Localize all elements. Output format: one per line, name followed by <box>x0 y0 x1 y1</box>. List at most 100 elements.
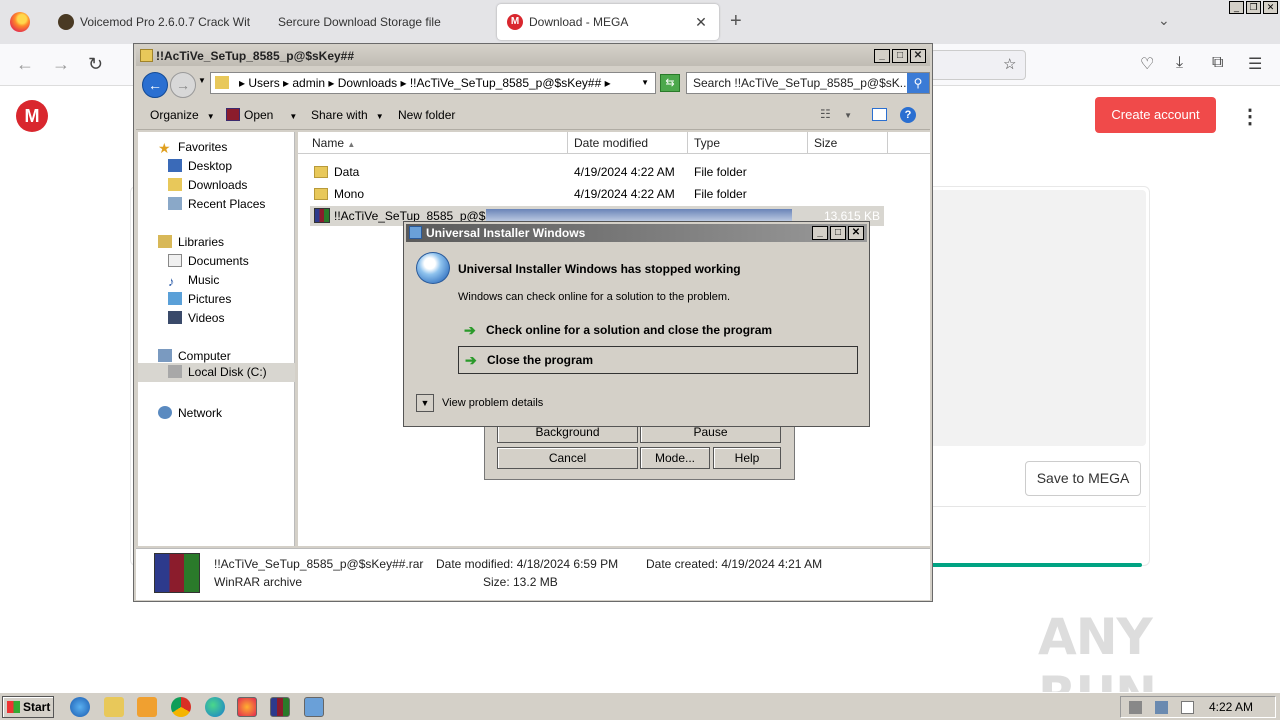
crash-subtext: Windows can check online for a solution … <box>458 291 731 303</box>
chevron-down-icon[interactable]: ▼ <box>641 73 649 93</box>
check-online-button[interactable]: ➔ Check online for a solution and close … <box>458 317 858 345</box>
view-options-icon[interactable]: ☷ ▼ <box>820 107 852 121</box>
start-button[interactable]: Start <box>2 696 54 718</box>
column-name[interactable]: Name ▲ <box>298 132 568 154</box>
explorer-title-bar[interactable]: !!AcTiVe_SeTup_8585_p@$sKey## _ □ ✕ <box>136 46 930 66</box>
view-details-chevron-icon[interactable]: ▼ <box>416 394 434 412</box>
cancel-button[interactable]: Cancel <box>497 447 638 469</box>
minimize-icon[interactable]: _ <box>1229 1 1244 14</box>
search-placeholder: Search !!AcTiVe_SeTup_8585_p@$sK... <box>693 76 910 90</box>
extensions-icon[interactable]: ⧉ <box>1212 54 1223 72</box>
mode-button[interactable]: Mode... <box>640 447 710 469</box>
music-icon: ♪ <box>168 274 175 289</box>
tab-list-chevron-icon[interactable]: ⌄ <box>1158 12 1170 29</box>
chrome-icon[interactable] <box>171 697 191 717</box>
taskbar: Start 4:22 AM <box>0 692 1280 720</box>
nav-libraries[interactable]: Libraries <box>158 235 224 249</box>
nav-recent-places[interactable]: Recent Places <box>168 197 265 211</box>
green-arrow-icon: ➔ <box>465 352 477 368</box>
installer-taskbar-icon[interactable] <box>304 697 324 717</box>
download-progress-bar <box>930 563 1142 567</box>
refresh-icon[interactable]: ⇆ <box>660 74 680 92</box>
downloads-icon[interactable]: ⤓ <box>1176 54 1183 72</box>
view-problem-details[interactable]: View problem details <box>442 397 543 409</box>
forward-arrow-icon[interactable]: → <box>170 72 196 98</box>
videos-icon <box>168 311 182 324</box>
windows-flag-icon <box>7 701 20 713</box>
search-input[interactable]: Search !!AcTiVe_SeTup_8585_p@$sK... ⚲ <box>686 72 930 94</box>
nav-desktop[interactable]: Desktop <box>168 159 232 173</box>
browser-tab-bar: Voicemod Pro 2.6.0.7 Crack With L Sercur… <box>0 0 1280 44</box>
media-player-icon[interactable] <box>137 697 157 717</box>
nav-pictures[interactable]: Pictures <box>168 292 231 306</box>
new-tab-button[interactable]: + <box>730 10 742 33</box>
nav-videos[interactable]: Videos <box>168 311 224 325</box>
details-size: Size: 13.2 MB <box>483 575 558 589</box>
volume-icon[interactable] <box>1129 701 1142 714</box>
tab-sercure-download[interactable]: Sercure Download Storage file <box>268 4 490 40</box>
restore-icon[interactable]: ❐ <box>1246 1 1261 14</box>
nav-downloads[interactable]: Downloads <box>168 178 247 192</box>
file-preview-area <box>930 190 1146 446</box>
preview-pane-icon[interactable] <box>872 108 887 121</box>
nav-music[interactable]: ♪ Music <box>168 273 219 289</box>
help-button[interactable]: Help <box>713 447 781 469</box>
breadcrumb[interactable]: ▸ Users ▸ admin ▸ Downloads ▸ !!AcTiVe_S… <box>210 72 656 94</box>
file-explorer-icon[interactable] <box>104 697 124 717</box>
firefox-logo-icon[interactable] <box>10 12 30 32</box>
close-icon[interactable]: ✕ <box>910 49 926 63</box>
minimize-icon[interactable]: _ <box>874 49 890 63</box>
crash-dialog-title-bar[interactable]: Universal Installer Windows _ □ ✕ <box>406 224 867 242</box>
maximize-icon[interactable]: □ <box>892 49 908 63</box>
tab-mega-download[interactable]: M Download - MEGA ✕ <box>497 4 719 40</box>
nav-documents[interactable]: Documents <box>168 254 249 268</box>
save-to-mega-button[interactable]: Save to MEGA <box>1025 461 1141 496</box>
search-icon[interactable]: ⚲ <box>907 73 929 93</box>
column-date-modified[interactable]: Date modified <box>568 132 688 154</box>
create-account-button[interactable]: Create account <box>1095 97 1216 133</box>
edge-icon[interactable] <box>205 697 225 717</box>
reload-icon[interactable]: ↻ <box>88 54 103 75</box>
firefox-taskbar-icon[interactable] <box>237 697 257 717</box>
column-type[interactable]: Type <box>688 132 808 154</box>
new-folder-button[interactable]: New folder <box>398 108 455 122</box>
close-icon[interactable]: ✕ <box>848 226 864 240</box>
recent-places-icon <box>168 197 182 210</box>
maximize-icon[interactable]: □ <box>830 226 846 240</box>
voicemod-favicon-icon <box>58 14 74 30</box>
ie-icon[interactable] <box>70 697 90 717</box>
nav-local-disk[interactable]: Local Disk (C:) <box>138 363 295 382</box>
winrar-taskbar-icon[interactable] <box>270 697 290 717</box>
back-arrow-icon[interactable]: ← <box>142 72 168 98</box>
menu-icon[interactable]: ☰ <box>1248 54 1262 74</box>
tab-close-icon[interactable]: ✕ <box>693 14 709 31</box>
close-icon[interactable]: ✕ <box>1263 1 1278 14</box>
star-icon: ★ <box>158 140 171 156</box>
nav-favorites[interactable]: ★ Favorites <box>158 140 227 156</box>
nav-computer[interactable]: Computer <box>158 349 231 363</box>
column-size[interactable]: Size <box>808 132 888 154</box>
organize-button[interactable]: Organize ▼ <box>150 108 215 122</box>
nav-network[interactable]: Network <box>158 406 222 420</box>
mega-logo[interactable]: M <box>16 100 48 132</box>
installer-icon <box>409 226 422 239</box>
tab-voicemod[interactable]: Voicemod Pro 2.6.0.7 Crack With L <box>48 4 260 40</box>
minimize-icon[interactable]: _ <box>812 226 828 240</box>
more-options-icon[interactable]: ⋮ <box>1240 104 1260 129</box>
clock[interactable]: 4:22 AM <box>1209 700 1253 714</box>
url-bar[interactable]: ☆ <box>930 50 1026 80</box>
share-with-button[interactable]: Share with ▼ <box>311 108 384 122</box>
close-program-button[interactable]: ➔ Close the program <box>458 346 858 374</box>
explorer-toolbar: Organize ▼ Open ▼ Share with ▼ New folder ☷… <box>136 102 930 130</box>
network-tray-icon[interactable] <box>1155 701 1168 714</box>
recent-pages-chevron-icon[interactable]: ▼ <box>198 76 206 85</box>
details-date-modified: Date modified: 4/18/2024 6:59 PM <box>436 557 619 571</box>
bookmark-star-icon[interactable]: ☆ <box>1003 55 1016 73</box>
pocket-icon[interactable]: ♡ <box>1140 54 1154 74</box>
help-icon[interactable]: ? <box>900 107 916 123</box>
open-button[interactable]: Open ▼ <box>226 108 297 122</box>
forward-arrow-icon[interactable]: → <box>52 54 70 75</box>
action-center-flag-icon[interactable] <box>1181 701 1194 714</box>
back-arrow-icon[interactable]: ← <box>16 54 34 75</box>
sort-ascending-icon: ▲ <box>347 140 356 149</box>
